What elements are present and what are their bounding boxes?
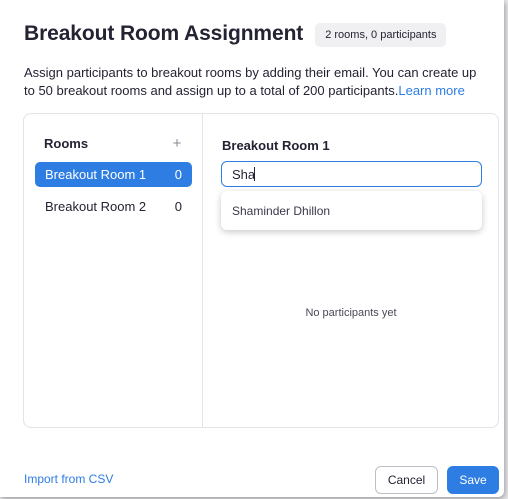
cancel-button[interactable]: Cancel bbox=[375, 466, 438, 494]
room-item-label: Breakout Room 1 bbox=[45, 167, 147, 182]
rooms-header: Rooms + bbox=[44, 136, 184, 152]
room-item-label: Breakout Room 2 bbox=[45, 199, 147, 214]
plus-icon[interactable]: + bbox=[170, 136, 184, 151]
room-item-breakout-room-1[interactable]: Breakout Room 1 0 bbox=[35, 162, 192, 187]
participant-search-input[interactable] bbox=[221, 161, 482, 187]
import-csv-link[interactable]: Import from CSV bbox=[24, 472, 113, 486]
learn-more-link[interactable]: Learn more bbox=[398, 83, 464, 98]
save-button[interactable]: Save bbox=[447, 466, 499, 494]
room-detail-title: Breakout Room 1 bbox=[222, 138, 330, 153]
rooms-title: Rooms bbox=[44, 136, 89, 151]
room-item-breakout-room-2[interactable]: Breakout Room 2 0 bbox=[35, 194, 192, 219]
room-item-count: 0 bbox=[174, 167, 182, 182]
rooms-column: Rooms + Breakout Room 1 0 Breakout Room … bbox=[24, 114, 203, 427]
dialog-description: Assign participants to breakout rooms by… bbox=[24, 64, 489, 100]
dialog-header: Breakout Room Assignment 2 rooms, 0 part… bbox=[24, 21, 447, 47]
participant-suggestion[interactable]: Shaminder Dhillon bbox=[221, 191, 482, 230]
room-item-count: 0 bbox=[174, 199, 182, 214]
text-caret bbox=[254, 167, 255, 181]
empty-participants-text: No participants yet bbox=[305, 307, 397, 319]
room-summary-badge: 2 rooms, 0 participants bbox=[315, 23, 447, 47]
dialog-title: Breakout Room Assignment bbox=[24, 22, 304, 45]
room-detail-column: Breakout Room 1 Shaminder Dhillon No par… bbox=[204, 114, 498, 427]
breakout-room-dialog: Breakout Room Assignment 2 rooms, 0 part… bbox=[0, 0, 504, 497]
assignment-panel: Rooms + Breakout Room 1 0 Breakout Room … bbox=[23, 113, 499, 428]
